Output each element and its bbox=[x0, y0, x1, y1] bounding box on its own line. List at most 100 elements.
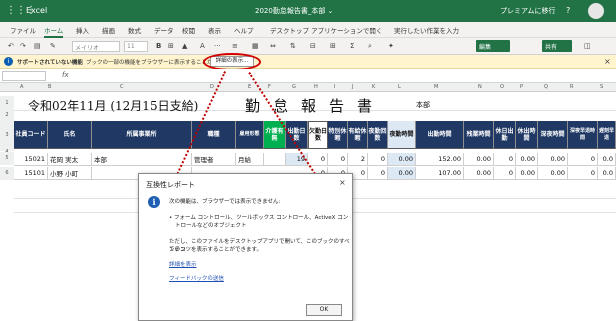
column-header[interactable]: N bbox=[478, 84, 482, 90]
column-header[interactable]: P bbox=[520, 84, 523, 90]
column-header[interactable]: E bbox=[248, 84, 251, 90]
column-header[interactable]: M bbox=[434, 84, 438, 90]
cell-care[interactable] bbox=[264, 153, 286, 166]
row-header[interactable]: 2 bbox=[0, 110, 14, 121]
column-header[interactable]: A bbox=[20, 84, 23, 90]
column-header[interactable]: O bbox=[500, 84, 504, 90]
period-title[interactable]: 令和02年11月 (12月15日支給) bbox=[28, 97, 198, 114]
border-icon[interactable]: ⊞ bbox=[168, 42, 174, 50]
cell-late-night[interactable]: 0.00 bbox=[538, 167, 568, 180]
column-header[interactable]: D bbox=[210, 84, 214, 90]
header-night-time[interactable]: 夜勤時間 bbox=[388, 121, 416, 149]
font-size-select[interactable]: 11 bbox=[124, 41, 148, 52]
row-header[interactable]: 1 bbox=[0, 96, 14, 110]
header-name[interactable]: 氏名 bbox=[48, 121, 92, 149]
header-night-count[interactable]: 夜勤回数 bbox=[368, 121, 388, 149]
cell-late-night[interactable]: 0.00 bbox=[538, 153, 568, 166]
ok-button[interactable]: OK bbox=[306, 304, 342, 316]
cell-holiday-time[interactable]: 0.00 bbox=[516, 167, 538, 180]
cell-employee-code[interactable]: 15101 bbox=[14, 167, 48, 180]
cell-name[interactable]: 花岡 実太 bbox=[48, 153, 92, 166]
undo-icon[interactable]: ↶ bbox=[8, 42, 14, 50]
table-icon[interactable]: ⊟ bbox=[310, 42, 316, 50]
tab-view[interactable]: 表示 bbox=[208, 25, 221, 35]
cell-holiday-work[interactable]: 0 bbox=[494, 153, 516, 166]
align-icon[interactable]: ≡ bbox=[232, 42, 238, 50]
insert-cells-icon[interactable]: ⊞ bbox=[330, 42, 336, 50]
paste-icon[interactable]: ▤ bbox=[34, 42, 41, 50]
cell-absence-days[interactable]: 0 bbox=[308, 153, 328, 166]
cell-job[interactable]: 管理者 bbox=[192, 153, 236, 166]
redo-icon[interactable]: ↷ bbox=[20, 42, 26, 50]
cell-holiday-work[interactable]: 0 bbox=[494, 167, 516, 180]
cell-overtime[interactable]: 0.00 bbox=[464, 153, 494, 166]
cell-employment-type[interactable]: 月給 bbox=[236, 153, 264, 166]
font-color-icon[interactable]: A bbox=[200, 42, 205, 50]
header-special-leave[interactable]: 特別休暇 bbox=[328, 121, 348, 149]
row-header[interactable]: 5 bbox=[0, 152, 14, 165]
cell-work-time[interactable]: 152.00 bbox=[416, 153, 464, 166]
tab-data[interactable]: データ bbox=[154, 25, 174, 35]
details-link[interactable]: 詳細を表示 bbox=[169, 260, 197, 268]
tab-formulas[interactable]: 数式 bbox=[128, 25, 141, 35]
header-holiday-time[interactable]: 休出時間 bbox=[516, 121, 538, 149]
cell-name[interactable]: 小野 小町 bbox=[48, 167, 92, 180]
fill-color-icon[interactable]: ▲ bbox=[182, 42, 187, 50]
tab-insert[interactable]: 挿入 bbox=[76, 25, 89, 35]
column-header[interactable]: C bbox=[120, 84, 124, 90]
header-work-time[interactable]: 出勤時間 bbox=[416, 121, 464, 149]
cell-night-count[interactable]: 0 bbox=[368, 153, 388, 166]
cell-night-time[interactable]: 0.00 bbox=[388, 153, 416, 166]
help-icon[interactable]: ? bbox=[566, 6, 570, 15]
bold-icon[interactable]: B bbox=[156, 42, 161, 50]
cell-overtime[interactable]: 0.00 bbox=[464, 167, 494, 180]
column-header[interactable]: R bbox=[570, 84, 573, 90]
column-header[interactable]: B bbox=[48, 84, 51, 90]
share-button[interactable]: 共有 bbox=[542, 40, 572, 52]
cell-late-early[interactable]: 0.0 bbox=[598, 167, 616, 180]
cell-late-night-early[interactable]: 0 bbox=[568, 153, 598, 166]
column-header[interactable]: K bbox=[372, 84, 375, 90]
header-overtime[interactable]: 残業時間 bbox=[464, 121, 494, 149]
header-office[interactable]: 所属事業所 bbox=[92, 121, 192, 149]
editing-mode-button[interactable]: 編集 bbox=[476, 40, 510, 52]
header-absence-days[interactable]: 欠勤日数 bbox=[308, 121, 328, 149]
feedback-link[interactable]: フィードバックの送信 bbox=[169, 274, 224, 282]
premium-link[interactable]: プレミアムに移行 bbox=[500, 6, 556, 16]
column-header[interactable]: J bbox=[352, 84, 353, 90]
row-header[interactable]: 4 bbox=[0, 149, 14, 155]
header-late-night-early[interactable]: 深夜早退時間 bbox=[568, 121, 598, 149]
tab-home[interactable]: ホーム bbox=[44, 25, 64, 38]
number-format-icon[interactable]: ▦ bbox=[252, 42, 259, 50]
comments-icon[interactable]: ◫ bbox=[584, 42, 591, 50]
format-painter-icon[interactable]: ✎ bbox=[50, 42, 56, 50]
column-header[interactable]: I bbox=[334, 84, 335, 90]
more-icon[interactable]: ··· bbox=[214, 42, 221, 50]
cell-paid-leave[interactable]: 2 bbox=[348, 153, 368, 166]
header-holiday-work[interactable]: 休日出勤 bbox=[494, 121, 516, 149]
tab-draw[interactable]: 描画 bbox=[102, 25, 115, 35]
row-header[interactable]: 3 bbox=[0, 121, 14, 149]
font-name-select[interactable]: メイリオ bbox=[72, 41, 120, 52]
tab-review[interactable]: 校閲 bbox=[182, 25, 195, 35]
avatar[interactable] bbox=[588, 3, 604, 19]
header-late-early[interactable]: 遅刻早退 bbox=[598, 121, 616, 149]
close-icon[interactable]: × bbox=[604, 57, 611, 66]
cell-late-night-early[interactable]: 0 bbox=[568, 167, 598, 180]
cell-office[interactable]: 本部 bbox=[92, 153, 192, 166]
name-box[interactable] bbox=[2, 71, 46, 81]
column-header[interactable]: F bbox=[268, 84, 271, 90]
header-employment-type[interactable]: 雇用形態 bbox=[236, 121, 264, 149]
cell-late-early[interactable]: 0.0 bbox=[598, 153, 616, 166]
document-title[interactable]: 2020勤怠報告書_本部 ⌄ bbox=[255, 6, 333, 16]
header-paid-leave[interactable]: 有給休暇 bbox=[348, 121, 368, 149]
find-icon[interactable]: ⌕ bbox=[368, 42, 372, 51]
column-header[interactable]: L bbox=[398, 84, 401, 90]
header-late-night[interactable]: 深夜時間 bbox=[538, 121, 568, 149]
function-icon[interactable]: fx bbox=[62, 71, 69, 79]
cell-holiday-time[interactable]: 0.00 bbox=[516, 153, 538, 166]
close-icon[interactable]: × bbox=[339, 178, 346, 187]
cell-employee-code[interactable]: 15021 bbox=[14, 153, 48, 166]
tab-help[interactable]: ヘルプ bbox=[234, 25, 254, 35]
tab-file[interactable]: ファイル bbox=[10, 25, 36, 35]
